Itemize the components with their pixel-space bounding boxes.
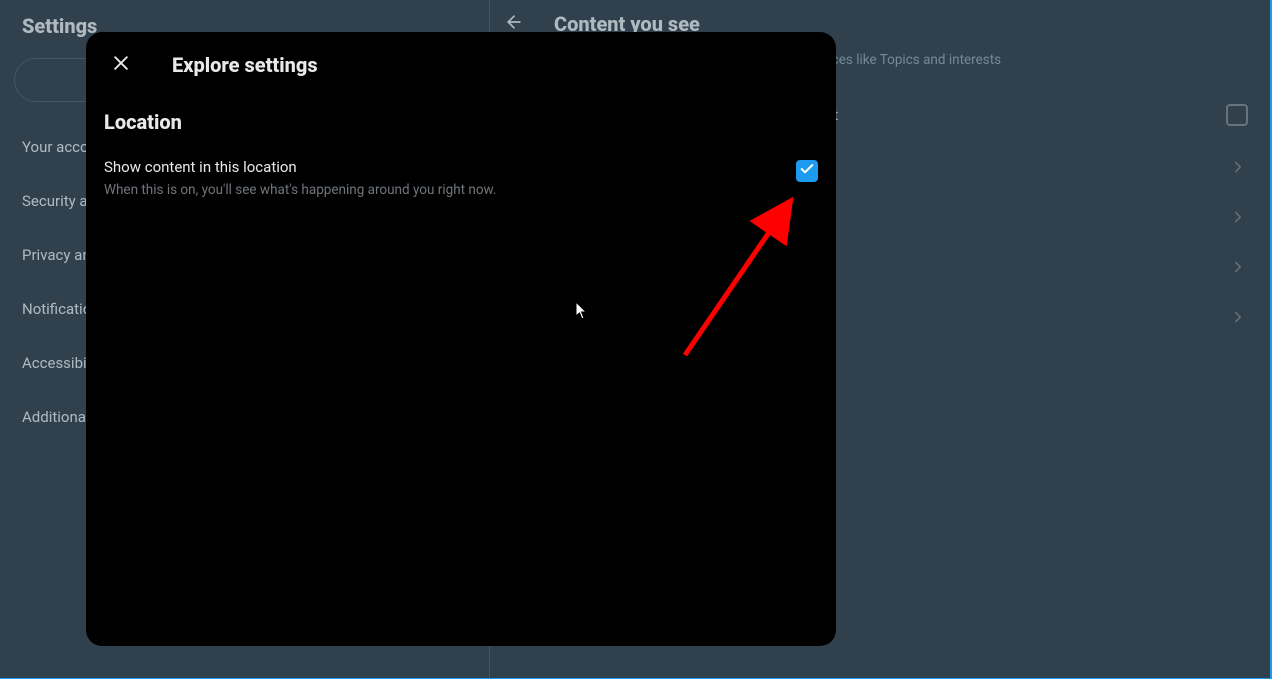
modal-header: Explore settings: [86, 32, 836, 92]
checkmark-icon: [799, 161, 815, 181]
option-text-group: Show content in this location When this …: [104, 158, 496, 198]
location-checkbox[interactable]: [796, 160, 818, 182]
close-button[interactable]: [104, 48, 138, 82]
option-show-content-location: Show content in this location When this …: [86, 148, 836, 208]
explore-settings-modal: Explore settings Location Show content i…: [86, 32, 836, 646]
option-label: Show content in this location: [104, 158, 496, 176]
modal-title: Explore settings: [172, 53, 318, 77]
modal-section-location: Location: [86, 92, 836, 148]
close-icon: [111, 53, 131, 77]
option-description: When this is on, you'll see what's happe…: [104, 182, 496, 198]
